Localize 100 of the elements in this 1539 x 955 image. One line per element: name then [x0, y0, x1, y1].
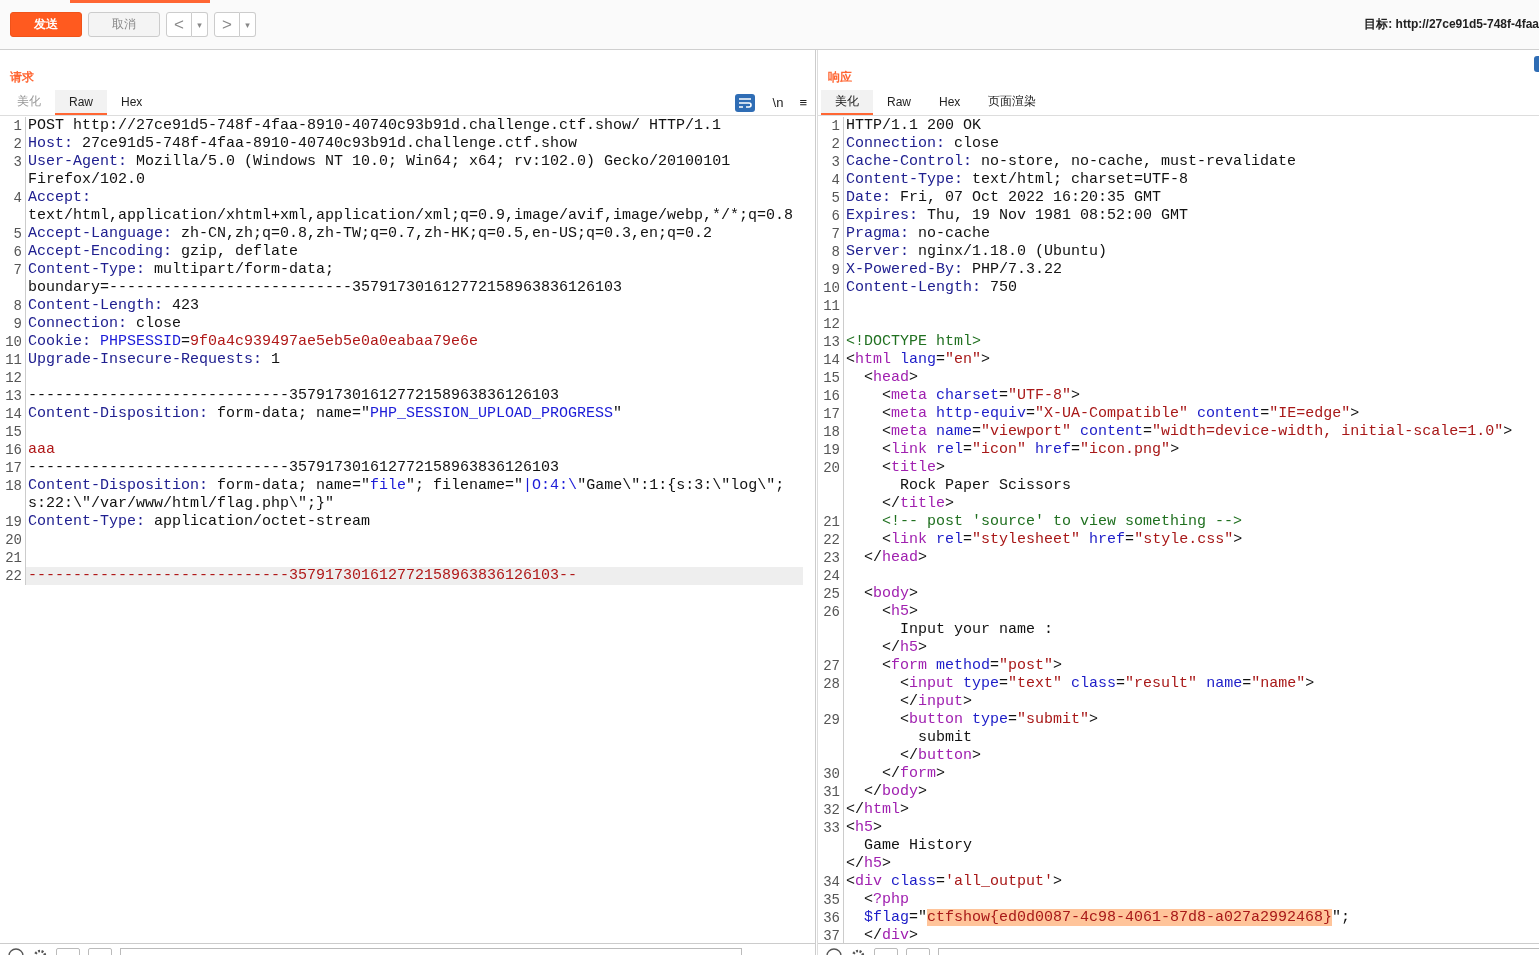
code-line: Pragma: no-cache — [845, 225, 992, 243]
code-line: text/html,application/xhtml+xml,application/xml;q=0.9,image/avif,image/webp,*/*;q=0.8 — [27, 207, 795, 225]
line-number: 10 — [818, 279, 844, 297]
line-number: 23 — [818, 549, 844, 567]
code-line: <meta charset="UTF-8"> — [881, 387, 1082, 405]
code-line: </html> — [845, 801, 911, 819]
line-number: 32 — [818, 801, 844, 819]
line-number: 27 — [818, 657, 844, 675]
code-line: </title> — [881, 495, 956, 513]
code-line: <html lang="en"> — [845, 351, 992, 369]
code-line: <h5> — [881, 603, 920, 621]
code-line: Upgrade-Insecure-Requests: 1 — [27, 351, 282, 369]
line-number: 1 — [818, 117, 844, 135]
code-line: boundary=---------------------------357917301612772158963836126103 — [27, 279, 624, 297]
code-line: <!DOCTYPE html> — [845, 333, 983, 351]
line-number: 20 — [0, 531, 26, 549]
line-number: 19 — [818, 441, 844, 459]
line-number: 16 — [818, 387, 844, 405]
code-line: Input your name : — [899, 621, 1055, 639]
code-line: <?php — [863, 891, 911, 909]
code-line: Accept-Language: zh-CN,zh;q=0.8,zh-TW;q=0.7,zh-HK;q=0.5,en-US;q=0.3,en;q=0.2 — [27, 225, 714, 243]
code-line: <body> — [863, 585, 920, 603]
line-number: 31 — [818, 783, 844, 801]
line-number: 28 — [818, 675, 844, 693]
code-line: <!-- post 'source' to view something --> — [881, 513, 1244, 531]
line-number: 3 — [818, 153, 844, 171]
view-tab[interactable]: Raw — [873, 90, 925, 115]
code-line: Accept-Encoding: gzip, deflate — [27, 243, 300, 261]
code-line: </head> — [863, 549, 929, 567]
dropdown-button[interactable]: ▾ — [192, 12, 208, 37]
line-number: 15 — [0, 423, 26, 441]
line-number: 12 — [818, 315, 844, 333]
code-line: HTTP/1.1 200 OK — [845, 117, 983, 135]
line-number: 6 — [818, 207, 844, 225]
code-line: </h5> — [881, 639, 929, 657]
target-url: 目标: http://27ce91d5-748f-4faa — [1364, 16, 1539, 33]
code-line: Game History — [863, 837, 974, 855]
line-number: 15 — [818, 369, 844, 387]
line-number: 8 — [0, 297, 26, 315]
code-line: </form> — [881, 765, 947, 783]
code-line: <div class='all_output'> — [845, 873, 1064, 891]
code-line: User-Agent: Mozilla/5.0 (Windows NT 10.0; Win64; x64; rv:102.0) Gecko/20100101 — [27, 153, 732, 171]
code-line: <meta name="viewport" content="width=device-width, initial-scale=1.0"> — [881, 423, 1514, 441]
code-line: <input type="text" class="result" name="name"> — [899, 675, 1316, 693]
line-number: 14 — [818, 351, 844, 369]
line-number: 7 — [818, 225, 844, 243]
code-line: </input> — [899, 693, 974, 711]
line-number: 24 — [818, 567, 844, 585]
line-number: 17 — [0, 459, 26, 477]
code-line: </body> — [863, 783, 929, 801]
code-line: <meta http-equiv="X-UA-Compatible" content="IE=edge"> — [881, 405, 1361, 423]
code-line: Firefox/102.0 — [27, 171, 147, 189]
code-line: </div> — [863, 927, 920, 943]
line-number: 6 — [0, 243, 26, 261]
code-line: POST http://27ce91d5-748f-4faa-8910-40740c93b91d.challenge.ctf.show/ HTTP/1.1 — [27, 117, 723, 135]
code-line: Content-Disposition: form-data; name="PHP_SESSION_UPLOAD_PROGRESS" — [27, 405, 624, 423]
line-number: 13 — [0, 387, 26, 405]
line-number: 1 — [0, 117, 26, 135]
line-number: 17 — [818, 405, 844, 423]
line-number: 26 — [818, 603, 844, 621]
line-number: 18 — [818, 423, 844, 441]
line-number: 5 — [0, 225, 26, 243]
code-line: Content-Length: 750 — [845, 279, 1019, 297]
line-number: 4 — [0, 189, 26, 207]
code-line: <link rel="stylesheet" href="style.css"> — [881, 531, 1244, 549]
code-line: <title> — [881, 459, 947, 477]
view-tab[interactable]: 页面渲染 — [974, 90, 1051, 115]
code-line: Host: 27ce91d5-748f-4faa-8910-40740c93b91d.challenge.ctf.show — [27, 135, 579, 153]
line-number: 9 — [818, 261, 844, 279]
line-number: 30 — [818, 765, 844, 783]
code-line: submit — [917, 729, 974, 747]
line-number: 3 — [0, 153, 26, 171]
dropdown-button[interactable]: ▾ — [240, 12, 256, 37]
nav-button[interactable]: < — [166, 12, 192, 37]
code-line: Server: nginx/1.18.0 (Ubuntu) — [845, 243, 1109, 261]
toolbar-toggle[interactable]: \n — [764, 90, 792, 115]
view-tab[interactable]: Raw — [55, 90, 107, 115]
line-number: 4 — [818, 171, 844, 189]
view-tab[interactable]: 美化 — [821, 90, 873, 115]
code-line: s:22:\"/var/www/html/flag.php\";}" — [27, 495, 336, 513]
word-wrap-icon[interactable] — [734, 93, 755, 112]
line-number: 2 — [0, 135, 26, 153]
panel-toggle-icon[interactable] — [1534, 56, 1539, 72]
code-line: -----------------------------357917301612772158963836126103 — [27, 459, 561, 477]
code-line: Rock Paper Scissors — [899, 477, 1073, 495]
line-number: 34 — [818, 873, 844, 891]
line-number: 5 — [818, 189, 844, 207]
line-number: 11 — [0, 351, 26, 369]
view-tab[interactable]: Hex — [925, 90, 975, 115]
line-number: 11 — [818, 297, 844, 315]
code-line: Connection: close — [27, 315, 183, 333]
toolbar-toggle[interactable]: ≡ — [791, 90, 815, 115]
line-number: 36 — [818, 909, 844, 927]
view-tab[interactable]: Hex — [107, 90, 157, 115]
line-number: 29 — [818, 711, 844, 729]
nav-button[interactable]: > — [214, 12, 240, 37]
line-number: 7 — [0, 261, 26, 279]
code-line: Cache-Control: no-store, no-cache, must-revalidate — [845, 153, 1298, 171]
line-number: 20 — [818, 459, 844, 477]
code-line: aaa — [27, 441, 56, 459]
